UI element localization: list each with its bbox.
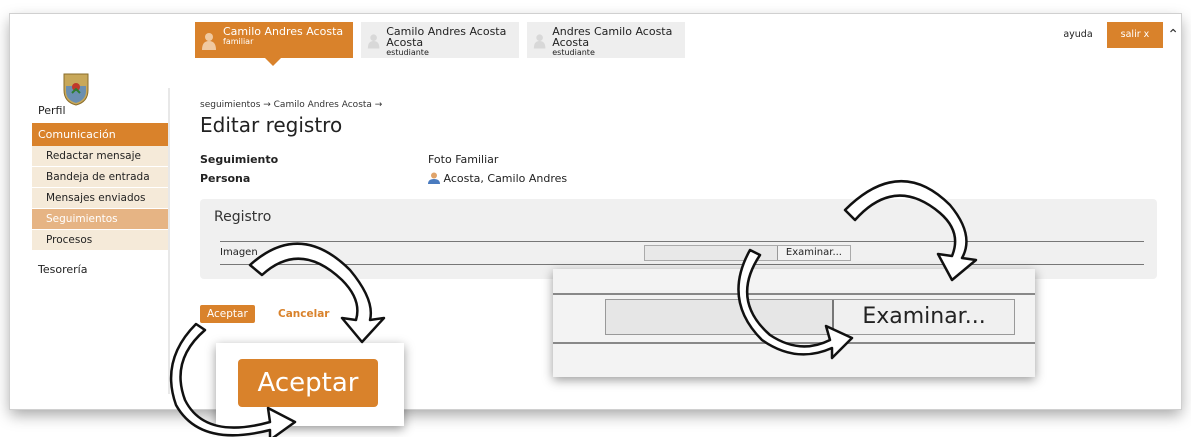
curved-arrow-icon <box>248 242 386 344</box>
curved-arrow-icon <box>737 248 854 360</box>
curved-arrow-icon <box>169 322 297 437</box>
callout-arrows <box>169 180 978 437</box>
curved-arrow-icon <box>843 180 978 282</box>
